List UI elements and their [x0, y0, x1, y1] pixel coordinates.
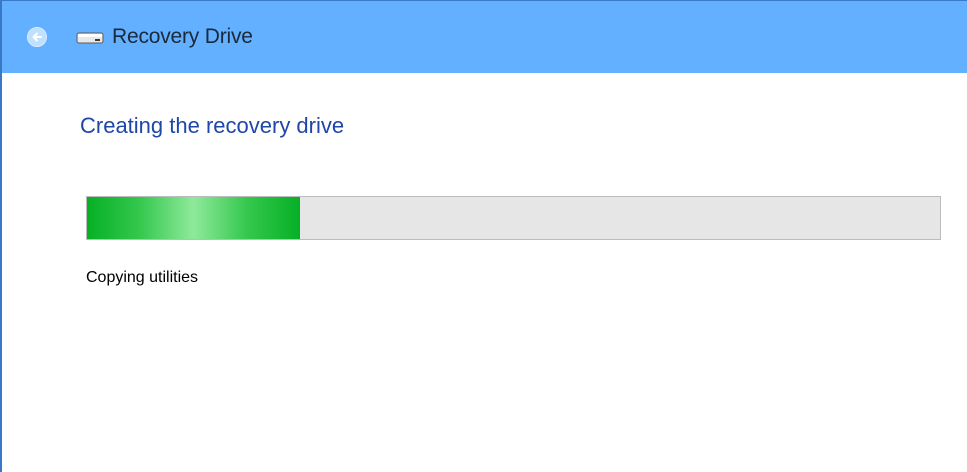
back-button[interactable]	[27, 27, 47, 47]
recovery-drive-window: Recovery Drive Creating the recovery dri…	[0, 0, 967, 472]
window-title: Recovery Drive	[112, 25, 253, 48]
title-bar: Recovery Drive	[2, 1, 967, 73]
back-arrow-icon	[32, 32, 42, 42]
drive-icon	[76, 32, 104, 44]
status-text: Copying utilities	[86, 269, 199, 286]
progress-bar-fill	[87, 197, 301, 239]
progress-bar	[86, 196, 941, 240]
page-title: Creating the recovery drive	[80, 113, 345, 138]
main-content: Creating the recovery drive Copying util…	[2, 73, 967, 472]
